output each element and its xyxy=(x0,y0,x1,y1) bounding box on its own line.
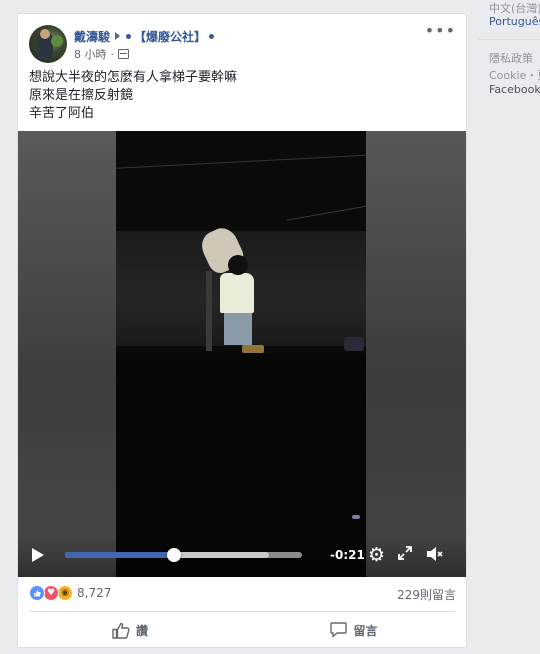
comment-label: 留言 xyxy=(353,623,378,638)
more-options-icon[interactable]: ••• xyxy=(425,23,456,39)
play-icon[interactable] xyxy=(32,548,44,562)
footer-link-privacy[interactable]: 隱私政策 xyxy=(489,50,533,66)
language-link[interactable]: Português xyxy=(489,15,540,28)
progress-bar[interactable] xyxy=(65,548,302,562)
video-blur-left xyxy=(18,131,116,577)
post-text: 想說大半夜的怎麼有人拿梯子要幹嘛 原來是在擦反射鏡 辛苦了阿伯 xyxy=(29,69,237,123)
footer-link-cookie[interactable]: Cookie・更 xyxy=(489,67,540,83)
share-arrow-icon xyxy=(115,32,121,40)
comment-bubble-icon xyxy=(330,622,348,638)
post-text-line: 辛苦了阿伯 xyxy=(29,106,95,121)
fullscreen-icon[interactable] xyxy=(398,546,412,560)
group-name[interactable]: 【爆廢公社】 xyxy=(134,28,206,45)
divider xyxy=(478,39,540,40)
separator-dot: · xyxy=(110,47,115,61)
reaction-count[interactable]: 8,727 xyxy=(77,586,111,600)
post-text-line: 想說大半夜的怎麼有人拿梯子要幹嘛 xyxy=(29,70,238,85)
progress-fill xyxy=(65,552,175,558)
action-bar: 讚 留言 xyxy=(18,613,466,647)
language-link[interactable]: 中文(台灣) xyxy=(489,0,540,16)
video-player[interactable]: -0:21 ⚙ xyxy=(18,131,466,577)
video-controls: -0:21 ⚙ xyxy=(18,533,466,577)
author-avatar[interactable] xyxy=(29,25,67,63)
post-text-line: 原來是在擦反射鏡 xyxy=(29,88,134,103)
comments-count[interactable]: 229則留言 xyxy=(397,586,456,603)
wow-reaction-icon: ◉ xyxy=(57,585,73,601)
author-name[interactable]: 戴濤駿 xyxy=(74,28,110,45)
right-sidebar: 中文(台灣) Português 隱私政策 Cookie・更 Facebook xyxy=(478,0,540,654)
video-blur-right xyxy=(366,131,466,577)
post-header: 戴濤駿 【爆廢公社】 xyxy=(74,27,217,45)
scrubber-handle[interactable] xyxy=(167,548,182,562)
video-frame[interactable] xyxy=(116,131,366,577)
post-timestamp[interactable]: 8 小時 xyxy=(74,46,107,62)
love-reaction-icon: ♥ xyxy=(43,585,59,601)
gear-icon[interactable]: ⚙ xyxy=(368,545,385,565)
post-card: 戴濤駿 【爆廢公社】 8 小時 · ••• 想說大半夜的怎麼有人拿梯子要幹嘛 原… xyxy=(17,13,467,648)
reactions-summary[interactable]: ♥ ◉ 8,727 xyxy=(29,585,111,601)
like-reaction-icon xyxy=(29,585,45,601)
comment-button[interactable]: 留言 xyxy=(242,613,466,647)
mute-icon[interactable] xyxy=(426,546,444,562)
thumbs-up-icon xyxy=(112,622,130,639)
like-button[interactable]: 讚 xyxy=(18,613,242,647)
time-remaining: -0:21 xyxy=(330,548,365,562)
bullet-icon xyxy=(126,33,132,39)
divider xyxy=(29,611,455,612)
like-label: 讚 xyxy=(135,623,148,638)
footer-copyright: Facebook xyxy=(489,83,540,96)
bullet-icon xyxy=(209,33,215,39)
audience-icon[interactable] xyxy=(118,49,129,59)
post-meta: 8 小時 · xyxy=(74,46,129,62)
